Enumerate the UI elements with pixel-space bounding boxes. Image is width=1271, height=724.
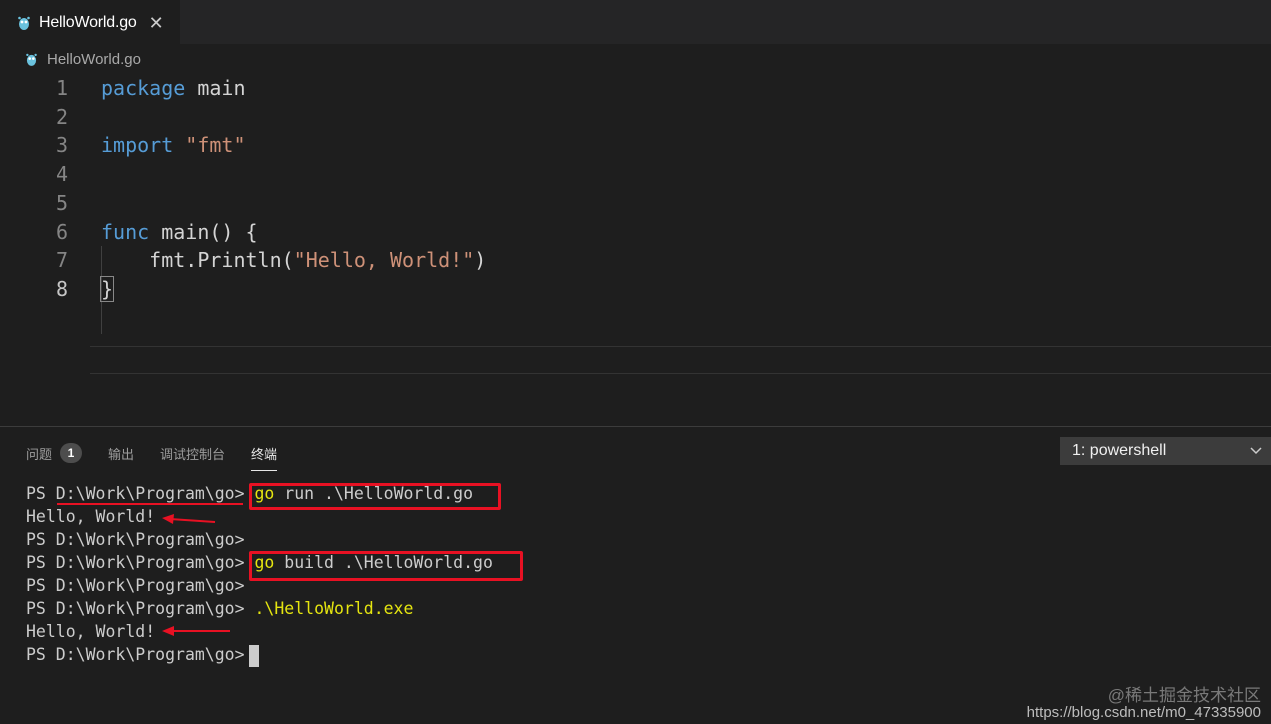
terminal-line: PS D:\Work\Program\go> — [26, 574, 245, 597]
breadcrumb-file[interactable]: HelloWorld.go — [47, 51, 141, 68]
terminal-line: PS D:\Work\Program\go> — [26, 528, 245, 551]
string-token: "Hello, World!" — [293, 248, 475, 273]
close-icon[interactable]: ✕ — [149, 14, 164, 32]
tab-terminal-label: 终端 — [251, 446, 278, 462]
watermark: @稀土掘金技术社区 https://blog.csdn.net/m0_47335… — [1027, 687, 1261, 721]
tab-problems-label: 问题 — [26, 446, 53, 462]
terminal-prompt: PS D:\Work\Program\go> — [26, 645, 245, 664]
go-file-icon — [26, 53, 37, 66]
panel-tabs: 问题 1 输出 调试控制台 终端 — [26, 439, 303, 471]
tab-output-label: 输出 — [108, 446, 135, 462]
terminal-output-text: Hello, World! — [26, 622, 156, 641]
annotation-underline — [57, 503, 243, 505]
tab-debug-console-label: 调试控制台 — [160, 446, 226, 462]
code-line-2[interactable]: 2 — [0, 103, 1271, 132]
terminal-cursor — [248, 644, 259, 667]
code-token: ( — [281, 248, 294, 273]
go-file-icon — [18, 16, 30, 30]
line-number: 8 — [55, 276, 68, 301]
terminal-output-text: Hello, World! — [26, 507, 156, 526]
code-line-7[interactable]: 7 fmt.Println("Hello, World!") — [0, 246, 1271, 275]
code-line-3[interactable]: 3 import "fmt" — [0, 131, 1271, 160]
code-line-6[interactable]: 6 func main() { — [0, 218, 1271, 247]
keyword-token: package — [101, 76, 186, 100]
code-line-1[interactable]: 1 package main — [0, 74, 1271, 103]
tab-terminal[interactable]: 终端 — [251, 439, 278, 471]
problems-count-badge: 1 — [60, 443, 83, 463]
code-editor[interactable]: 1 package main 2 3 import "fmt" 4 5 6 fu… — [0, 74, 1271, 426]
editor-tab-bar: HelloWorld.go ✕ — [0, 0, 1271, 44]
code-line-4[interactable]: 4 — [0, 160, 1271, 189]
terminal-select-value: 1: powershell — [1072, 442, 1167, 459]
annotation-box-build — [249, 551, 523, 581]
code-token: Println — [197, 248, 282, 273]
annotation-arrow-icon — [162, 514, 216, 524]
code-token: main — [149, 219, 210, 244]
line-number: 2 — [55, 104, 68, 129]
current-line-highlight — [90, 346, 1271, 374]
tab-debug-console[interactable]: 调试控制台 — [160, 439, 225, 467]
tab-output[interactable]: 输出 — [108, 439, 134, 467]
code-token: () { — [209, 219, 258, 244]
line-number: 3 — [55, 133, 68, 158]
terminal-line: Hello, World! — [26, 620, 155, 643]
code-token: ) — [474, 248, 487, 273]
watermark-line-1: @稀土掘金技术社区 — [1107, 686, 1261, 705]
keyword-token: import — [101, 133, 174, 158]
tab-helloworld-go[interactable]: HelloWorld.go ✕ — [0, 0, 180, 44]
watermark-line-2: https://blog.csdn.net/m0_47335900 — [1026, 704, 1261, 721]
bottom-panel: 问题 1 输出 调试控制台 终端 1: powershell PS D:\Wor… — [0, 426, 1271, 724]
code-token: main — [185, 76, 246, 100]
code-token: fmt. — [101, 248, 198, 273]
line-number: 4 — [55, 162, 68, 187]
keyword-token: func — [101, 219, 150, 244]
terminal-prompt: PS D:\Work\Program\go> — [26, 530, 245, 549]
terminal-prompt: PS D:\Work\Program\go> — [26, 576, 245, 595]
tab-label: HelloWorld.go — [39, 13, 137, 31]
line-number: 1 — [55, 76, 68, 100]
tab-problems[interactable]: 问题 1 — [26, 439, 83, 467]
line-number: 7 — [55, 248, 68, 273]
terminal-prompt: PS D:\Work\Program\go> — [26, 553, 245, 572]
line-number: 5 — [55, 190, 68, 215]
annotation-box-run — [249, 483, 501, 510]
chevron-down-icon — [1250, 447, 1262, 455]
code-token: } — [99, 275, 115, 302]
terminal-line: PS D:\Work\Program\go> — [26, 643, 259, 667]
line-number: 6 — [55, 219, 68, 244]
terminal-select[interactable]: 1: powershell — [1060, 437, 1271, 465]
terminal-line: PS D:\Work\Program\go> .\HelloWorld.exe — [26, 597, 413, 620]
code-line-8[interactable]: 8 } — [0, 275, 1271, 304]
breadcrumb[interactable]: HelloWorld.go — [0, 44, 1271, 74]
terminal-prompt: PS D:\Work\Program\go> — [26, 599, 245, 618]
terminal-prompt: PS D:\Work\Program\go> — [26, 484, 245, 503]
string-token: "fmt" — [173, 133, 246, 158]
annotation-arrow-icon — [162, 626, 230, 636]
terminal-command: .\HelloWorld.exe — [254, 599, 414, 618]
terminal-line: Hello, World! — [26, 505, 155, 528]
code-line-5[interactable]: 5 — [0, 189, 1271, 218]
